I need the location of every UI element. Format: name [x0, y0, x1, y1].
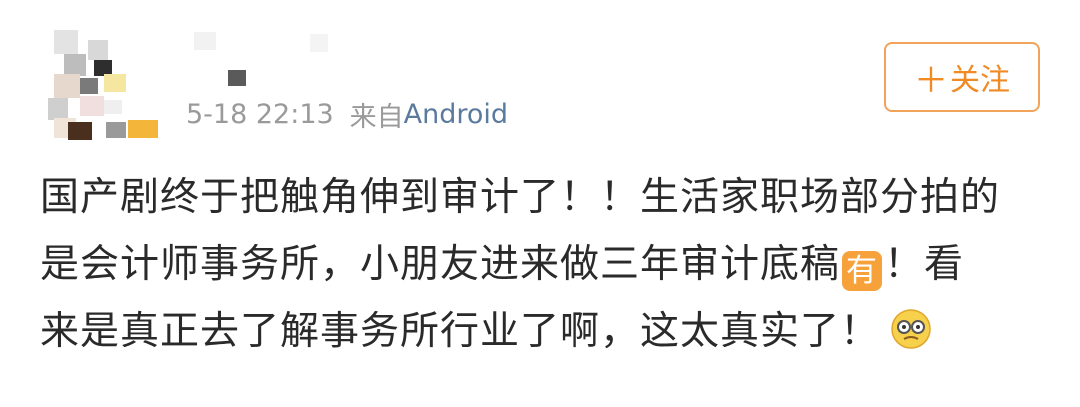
post-line: 是会计师事务所，小朋友进来做三年审计底稿有！看 — [40, 231, 1050, 298]
post-line: 国产剧终于把触角伸到审计了！！生活家职场部分拍的 — [40, 175, 1001, 220]
post-meta: 5-18 22:13 来自 Android — [186, 94, 508, 134]
username-mosaic[interactable] — [190, 30, 520, 92]
post-line-text: ！看 — [884, 242, 965, 287]
post-line-text: 来是真正去了解事务所行业了啊，这太真实了！ — [40, 309, 881, 354]
source-app-link[interactable]: Android — [404, 99, 508, 130]
follow-button[interactable]: ＋ 关注 — [884, 42, 1040, 112]
post-body: 国产剧终于把触角伸到审计了！！生活家职场部分拍的 是会计师事务所，小朋友进来做三… — [40, 164, 1050, 365]
you-badge-icon: 有 — [842, 251, 883, 291]
plus-icon: ＋ — [914, 60, 948, 101]
post-line: 来是真正去了解事务所行业了啊，这太真实了！ — [40, 298, 1050, 365]
emoji-face-icon — [891, 309, 931, 349]
post-line-text: 是会计师事务所，小朋友进来做三年审计底稿 — [40, 242, 841, 287]
avatar[interactable] — [44, 30, 162, 140]
follow-label: 关注 — [950, 63, 1010, 98]
source-prefix: 来自 — [349, 101, 404, 133]
post-timestamp: 5-18 22:13 — [186, 98, 334, 130]
